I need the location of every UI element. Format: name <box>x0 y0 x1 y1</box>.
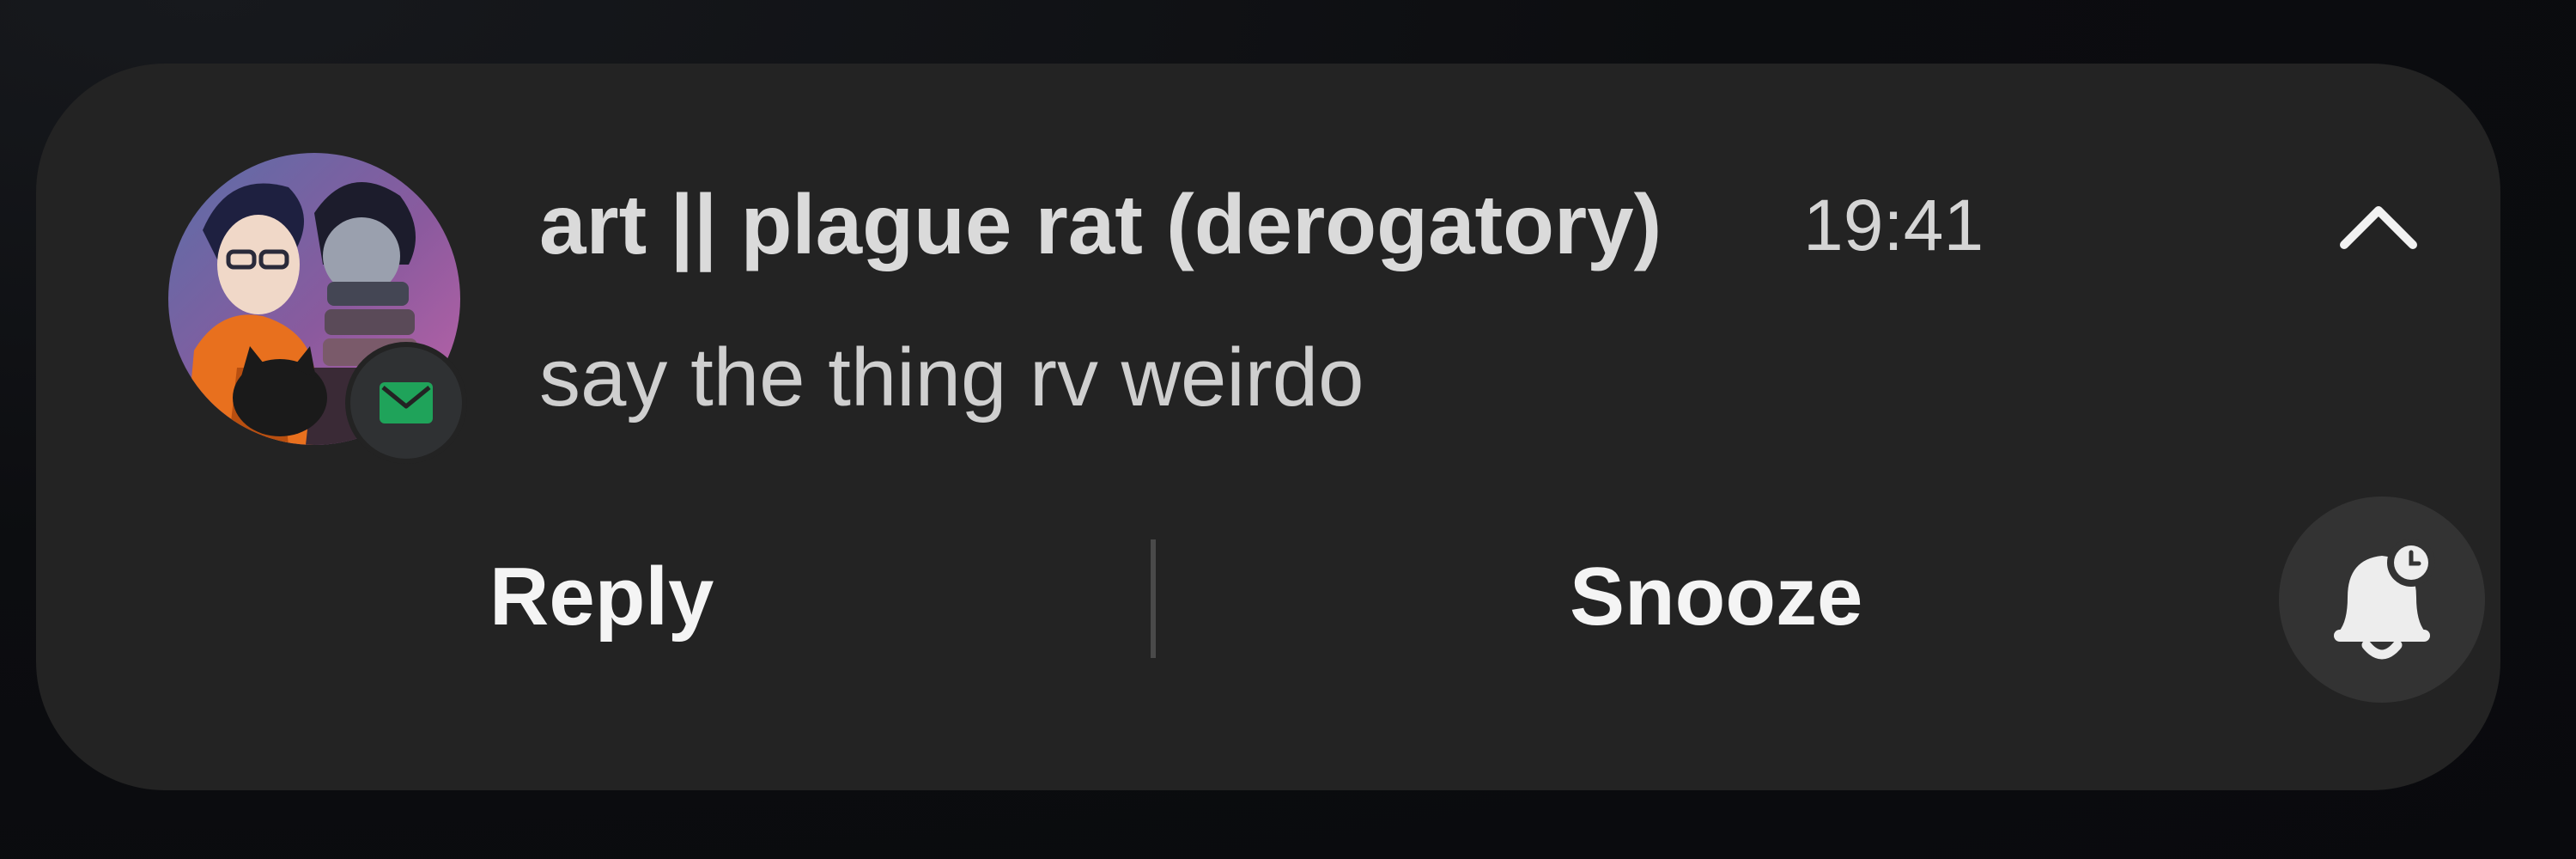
notification-title: art || plague rat (derogatory) <box>539 177 1662 271</box>
collapse-button[interactable] <box>2318 170 2439 282</box>
bell-clock-icon <box>2334 539 2435 660</box>
action-divider <box>1151 539 1156 658</box>
notification-message: say the thing rv weirdo <box>539 332 1364 423</box>
envelope-icon <box>380 382 433 423</box>
notification-time: 19:41 <box>1803 185 1984 265</box>
notification-card[interactable]: art || plague rat (derogatory) 19:41 say… <box>36 64 2500 790</box>
conversation-avatar <box>168 153 467 464</box>
chevron-up-icon <box>2340 206 2417 249</box>
snooze-button[interactable]: Snooze <box>1570 541 1862 653</box>
app-badge <box>345 342 467 464</box>
snooze-icon-button[interactable] <box>2279 497 2485 703</box>
lock-screen-background: art || plague rat (derogatory) 19:41 say… <box>0 0 2576 859</box>
reply-button[interactable]: Reply <box>489 541 714 653</box>
